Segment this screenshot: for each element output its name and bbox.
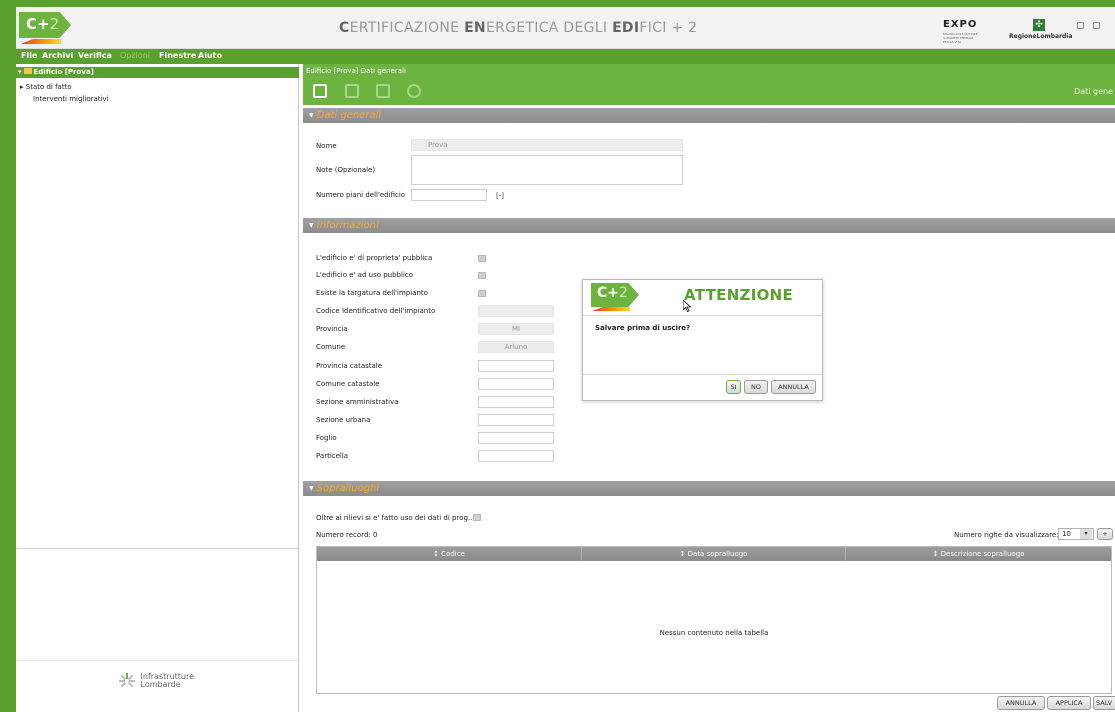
lombardia-rose-icon: ✣	[1033, 19, 1045, 31]
window-top-border	[0, 0, 1115, 7]
collapse-triangle-icon[interactable]: ▼	[309, 112, 314, 119]
rows-per-page-label: Numero righe da visualizzare:	[954, 531, 1059, 539]
record-count: Numero record: 0	[316, 531, 378, 539]
panel-divider	[16, 548, 299, 549]
info-label: Codice Identificativo dell'impianto	[316, 307, 436, 315]
nome-field[interactable]: Prova	[411, 139, 683, 151]
info-input[interactable]	[478, 360, 554, 372]
navigation-panel: ▾ Edificio [Prova] ▸ Stato di fatto Inter…	[16, 64, 299, 712]
nome-label: Nome	[316, 142, 337, 150]
regione-lombardia-logo: ✣ RegioneLombardia	[1009, 19, 1073, 40]
info-input[interactable]	[478, 450, 554, 462]
column-header-data[interactable]: ↕ Data sopralluogo	[582, 547, 846, 561]
dropdown-arrow-icon[interactable]: ▾	[1080, 529, 1092, 539]
infrastrutture-lombarde-logo: Infrastrutture Lombarde	[116, 673, 194, 689]
breadcrumb: Edificio [Prova] Dati generali	[303, 64, 1115, 78]
menu-archivi[interactable]: Archivi	[42, 51, 73, 60]
rilievi-label: Oltre ai rilievi si e' fatto uso dei dat…	[316, 514, 475, 522]
column-header-codice[interactable]: ↕ Codice	[317, 547, 582, 561]
section-dati-generali-header[interactable]: ▼ Dati generali	[303, 108, 1115, 123]
building-icon[interactable]	[376, 84, 390, 98]
expand-arrow-icon[interactable]: ▸	[20, 83, 24, 91]
info-label: Particella	[316, 452, 349, 460]
dialog-logo: C+2	[591, 283, 639, 307]
info-checkbox[interactable]	[478, 255, 486, 262]
salva-button[interactable]: SALV	[1093, 696, 1115, 710]
expo-logo: EXPO	[943, 19, 978, 30]
infrastrutture-burst-icon	[116, 673, 138, 689]
info-input[interactable]	[478, 396, 554, 408]
empty-table-message: Nessun contenuto nella tabella	[659, 629, 769, 637]
info-checkbox[interactable]	[478, 272, 486, 279]
settings-icon[interactable]	[407, 84, 421, 98]
column-header-descrizione[interactable]: ↕ Descrizione sopralluogo	[846, 547, 1111, 561]
toolbar: Dati gene	[303, 78, 1115, 105]
info-readonly-field[interactable]	[478, 305, 554, 317]
app-header: C+2 CERTIFICAZIONE ENERGETICA DEGLI EDIF…	[16, 7, 1115, 49]
info-checkbox[interactable]	[478, 290, 486, 297]
numero-piani-input[interactable]	[411, 189, 487, 201]
collapse-triangle-icon[interactable]: ▼	[309, 222, 314, 229]
maximize-icon[interactable]	[1093, 22, 1100, 29]
numero-piani-label: Numero piani dell'edificio	[316, 191, 406, 199]
tree-item-interventi[interactable]: Interventi migliorativi	[33, 95, 109, 103]
general-data-icon[interactable]	[313, 84, 327, 98]
section-sopralluoghi-header[interactable]: ▼ Sopralluoghi	[303, 481, 1115, 496]
info-input[interactable]	[478, 378, 554, 390]
info-readonly-field[interactable]: MI	[478, 323, 554, 335]
note-field[interactable]	[411, 155, 683, 185]
info-readonly-field[interactable]: Arluno	[478, 341, 554, 353]
info-label: Comune	[316, 343, 346, 351]
dialog-message: Salvare prima di uscire?	[595, 324, 691, 332]
dialog-title: ATTENZIONE	[684, 286, 794, 304]
info-label: Sezione amministrativa	[316, 398, 399, 406]
applica-button[interactable]: APPLICA	[1047, 696, 1091, 710]
annulla-button[interactable]: ANNULLA	[997, 696, 1045, 710]
dialog-no-button[interactable]: NO	[744, 380, 768, 394]
menu-file[interactable]: File	[21, 51, 37, 60]
rilievi-checkbox[interactable]	[473, 514, 481, 521]
table-header: ↕ Codice ↕ Data sopralluogo ↕ Descrizion…	[317, 547, 1111, 561]
numero-piani-unit: [-]	[496, 192, 504, 200]
app-logo: C+2	[19, 12, 71, 44]
expo-logo-subtitle: MILANO 2015 NUTRIRE IL PIANETA ENERGIA P…	[943, 32, 978, 44]
folder-icon	[23, 68, 32, 74]
menu-verifica[interactable]: Verifica	[78, 51, 112, 60]
attenzione-dialog: C+2 ATTENZIONE Salvare prima di uscire? …	[582, 279, 823, 401]
info-input[interactable]	[478, 432, 554, 444]
info-label: Foglio	[316, 434, 337, 442]
menu-aiuto[interactable]: Aiuto	[198, 51, 222, 60]
section-informazioni-header[interactable]: ▼ Informazioni	[303, 218, 1115, 233]
menu-bar: File Archivi Verifica Opzioni Finestre A…	[16, 49, 1115, 64]
info-label: Provincia	[316, 325, 348, 333]
tree-root-edificio[interactable]: ▾ Edificio [Prova]	[16, 67, 299, 78]
info-label: Comune catastale	[316, 380, 380, 388]
mouse-cursor-icon	[683, 300, 691, 312]
document-icon[interactable]	[345, 84, 359, 98]
tree-item-stato-di-fatto[interactable]: ▸ Stato di fatto	[20, 83, 72, 91]
note-label: Note (Opzionale)	[316, 166, 376, 174]
info-input[interactable]	[478, 414, 554, 426]
info-label: Esiste la targatura dell'impianto	[316, 289, 428, 297]
info-label: Provincia catastale	[316, 362, 383, 370]
dialog-annulla-button[interactable]: ANNULLA	[771, 380, 816, 394]
menu-finestre[interactable]: Finestre	[159, 51, 196, 60]
toolbar-section-label: Dati gene	[1074, 87, 1113, 96]
add-button[interactable]: +	[1097, 528, 1113, 540]
collapse-triangle-icon[interactable]: ▼	[309, 485, 314, 492]
app-title: CERTIFICAZIONE ENERGETICA DEGLI EDIFICI …	[339, 20, 698, 36]
sopralluoghi-table: ↕ Codice ↕ Data sopralluogo ↕ Descrizion…	[316, 546, 1112, 694]
window-left-border	[0, 0, 16, 712]
info-label: L'edificio e' di proprieta' pubblica	[316, 254, 433, 262]
menu-opzioni: Opzioni	[120, 51, 150, 60]
dialog-si-button[interactable]: SI	[726, 380, 741, 394]
info-label: Sezione urbana	[316, 416, 371, 424]
info-label: L'edificio e' ad uso pubblico	[316, 271, 414, 279]
rows-per-page-select[interactable]: 10 ▾	[1058, 528, 1094, 540]
panel-divider	[16, 660, 299, 661]
minimize-icon[interactable]	[1077, 22, 1084, 29]
collapse-arrow-icon[interactable]: ▾	[18, 68, 22, 76]
